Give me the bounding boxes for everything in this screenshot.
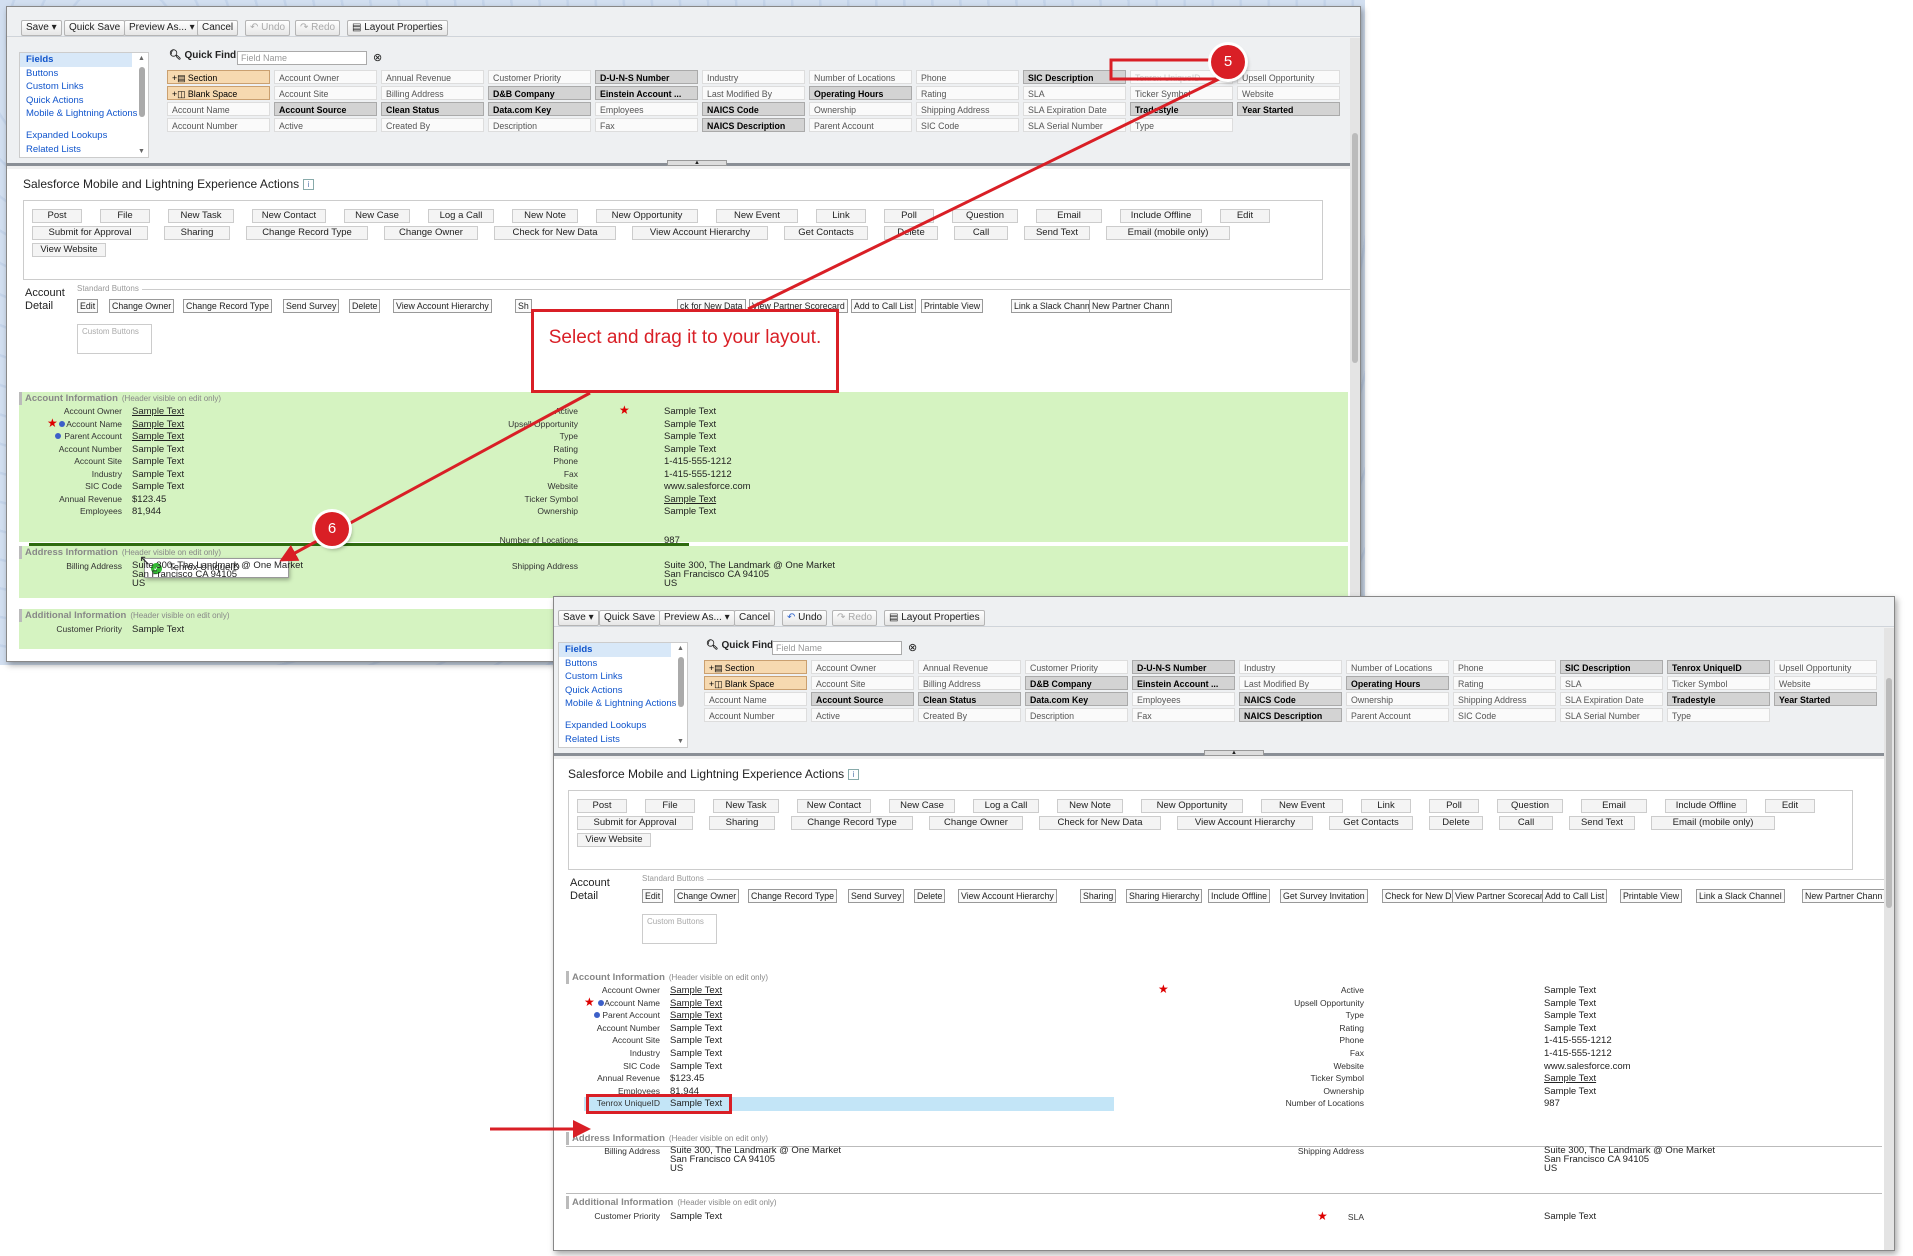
step-5-badge: 5: [1211, 45, 1245, 79]
step-6-badge: 6: [315, 512, 349, 546]
tenrox-field-highlight-box: [1109, 58, 1221, 81]
annotation-overlay: [279, 58, 1221, 1138]
instruction-callout: Select and drag it to your layout.: [531, 309, 839, 393]
arrow-segment-top: [747, 77, 1220, 311]
